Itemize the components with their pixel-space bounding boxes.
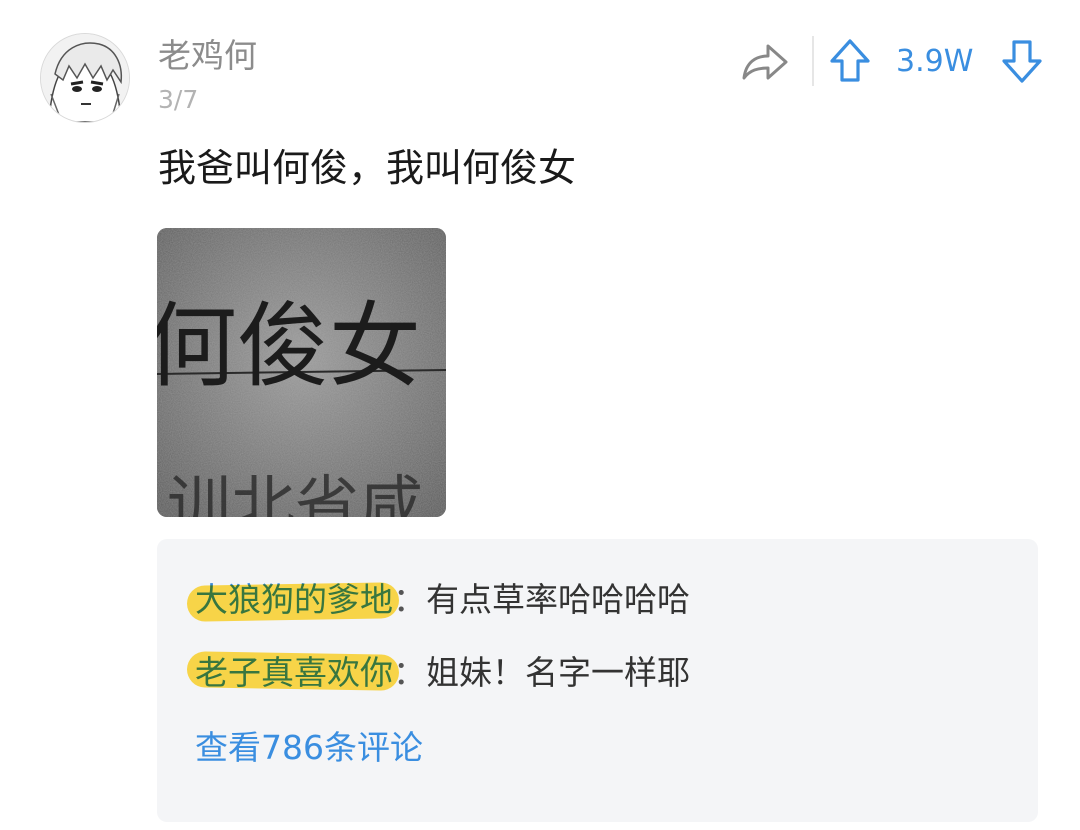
image-text: 何俊女: [157, 293, 421, 400]
post-time: 3/7: [158, 85, 199, 114]
post-card: 老鸡何 3/7 3.9W 我爸叫何俊，我叫何俊女 何俊女 训北省咸 大狼狗的爹地…: [0, 0, 1080, 830]
share-button[interactable]: [740, 40, 790, 86]
comment-item[interactable]: 大狼狗的爹地 ：有点草率哈哈哈哈: [186, 578, 690, 622]
downvote-button[interactable]: [1000, 38, 1044, 84]
comment-text: 有点草率哈哈哈哈: [426, 580, 690, 619]
post-image[interactable]: 何俊女 训北省咸: [157, 228, 446, 517]
photo-of-name-text: 何俊女 训北省咸: [157, 228, 446, 517]
post-text: 我爸叫何俊，我叫何俊女: [158, 146, 577, 190]
svg-text:训北省咸: 训北省咸: [167, 470, 423, 517]
action-divider: [812, 36, 814, 86]
down-arrow-icon: [1002, 40, 1042, 83]
view-all-comments-link[interactable]: 查看786条评论: [195, 726, 423, 770]
comment-text: 姐妹！名字一样耶: [426, 653, 690, 692]
comment-item[interactable]: 老子真喜欢你 ：姐妹！名字一样耶: [186, 651, 690, 695]
commenter-name[interactable]: 大狼狗的爹地: [186, 578, 400, 622]
commenter-name[interactable]: 老子真喜欢你: [186, 651, 400, 695]
comments-preview: 大狼狗的爹地 ：有点草率哈哈哈哈 老子真喜欢你 ：姐妹！名字一样耶 查看786条…: [157, 539, 1038, 822]
upvote-button[interactable]: [828, 38, 872, 84]
author-name[interactable]: 老鸡何: [158, 34, 257, 78]
anime-avatar-icon: [41, 34, 129, 122]
vote-count: 3.9W: [896, 44, 974, 79]
share-arrow-icon: [742, 44, 788, 80]
author-avatar[interactable]: [40, 33, 130, 123]
up-arrow-icon: [830, 39, 870, 82]
